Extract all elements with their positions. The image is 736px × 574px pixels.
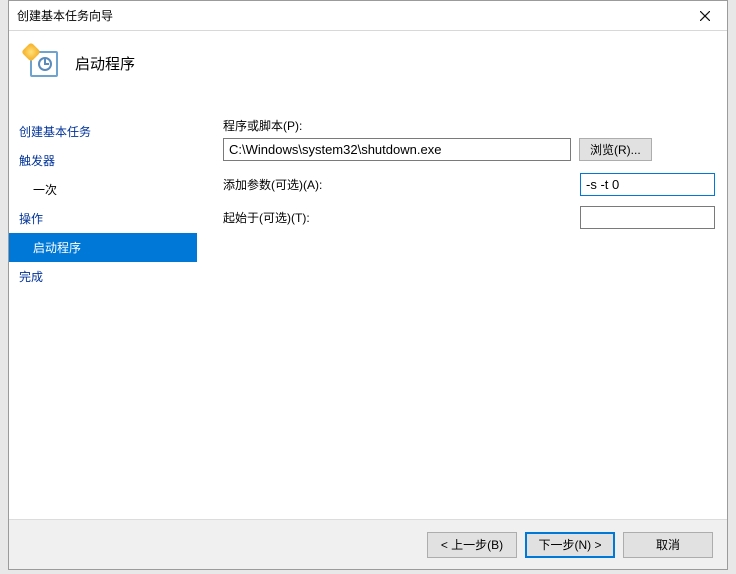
sidebar-item-action[interactable]: 操作 bbox=[9, 204, 197, 233]
sidebar-item-start-program[interactable]: 启动程序 bbox=[9, 233, 197, 262]
wizard-header: 启动程序 bbox=[9, 31, 727, 96]
program-input[interactable] bbox=[223, 138, 571, 161]
program-label: 程序或脚本(P): bbox=[223, 117, 302, 134]
close-button[interactable] bbox=[682, 1, 727, 31]
args-label: 添加参数(可选)(A): bbox=[223, 176, 463, 193]
page-title: 启动程序 bbox=[75, 53, 135, 74]
startin-label: 起始于(可选)(T): bbox=[223, 209, 463, 226]
browse-button[interactable]: 浏览(R)... bbox=[579, 138, 652, 161]
sidebar-item-finish[interactable]: 完成 bbox=[9, 262, 197, 291]
form-area: 程序或脚本(P): 浏览(R)... 添加参数(可选)(A): 起始于(可选)(… bbox=[197, 117, 727, 519]
cancel-button[interactable]: 取消 bbox=[623, 532, 713, 558]
titlebar: 创建基本任务向导 bbox=[9, 1, 727, 31]
content-area: 创建基本任务 触发器 一次 操作 启动程序 完成 程序或脚本(P): 浏览(R)… bbox=[9, 96, 727, 519]
next-button[interactable]: 下一步(N) > bbox=[525, 532, 615, 558]
task-icon bbox=[27, 48, 59, 80]
wizard-steps-sidebar: 创建基本任务 触发器 一次 操作 启动程序 完成 bbox=[9, 117, 197, 519]
wizard-window: 创建基本任务向导 启动程序 创建基本任务 触发器 一次 操作 启动程序 完成 bbox=[8, 0, 728, 570]
sidebar-item-create-task[interactable]: 创建基本任务 bbox=[9, 117, 197, 146]
sidebar-item-once: 一次 bbox=[9, 175, 197, 204]
startin-input[interactable] bbox=[580, 206, 715, 229]
back-button[interactable]: < 上一步(B) bbox=[427, 532, 517, 558]
sidebar-item-trigger[interactable]: 触发器 bbox=[9, 146, 197, 175]
window-title: 创建基本任务向导 bbox=[17, 7, 682, 24]
wizard-footer: < 上一步(B) 下一步(N) > 取消 bbox=[9, 519, 727, 569]
args-input[interactable] bbox=[580, 173, 715, 196]
close-icon bbox=[700, 11, 710, 21]
